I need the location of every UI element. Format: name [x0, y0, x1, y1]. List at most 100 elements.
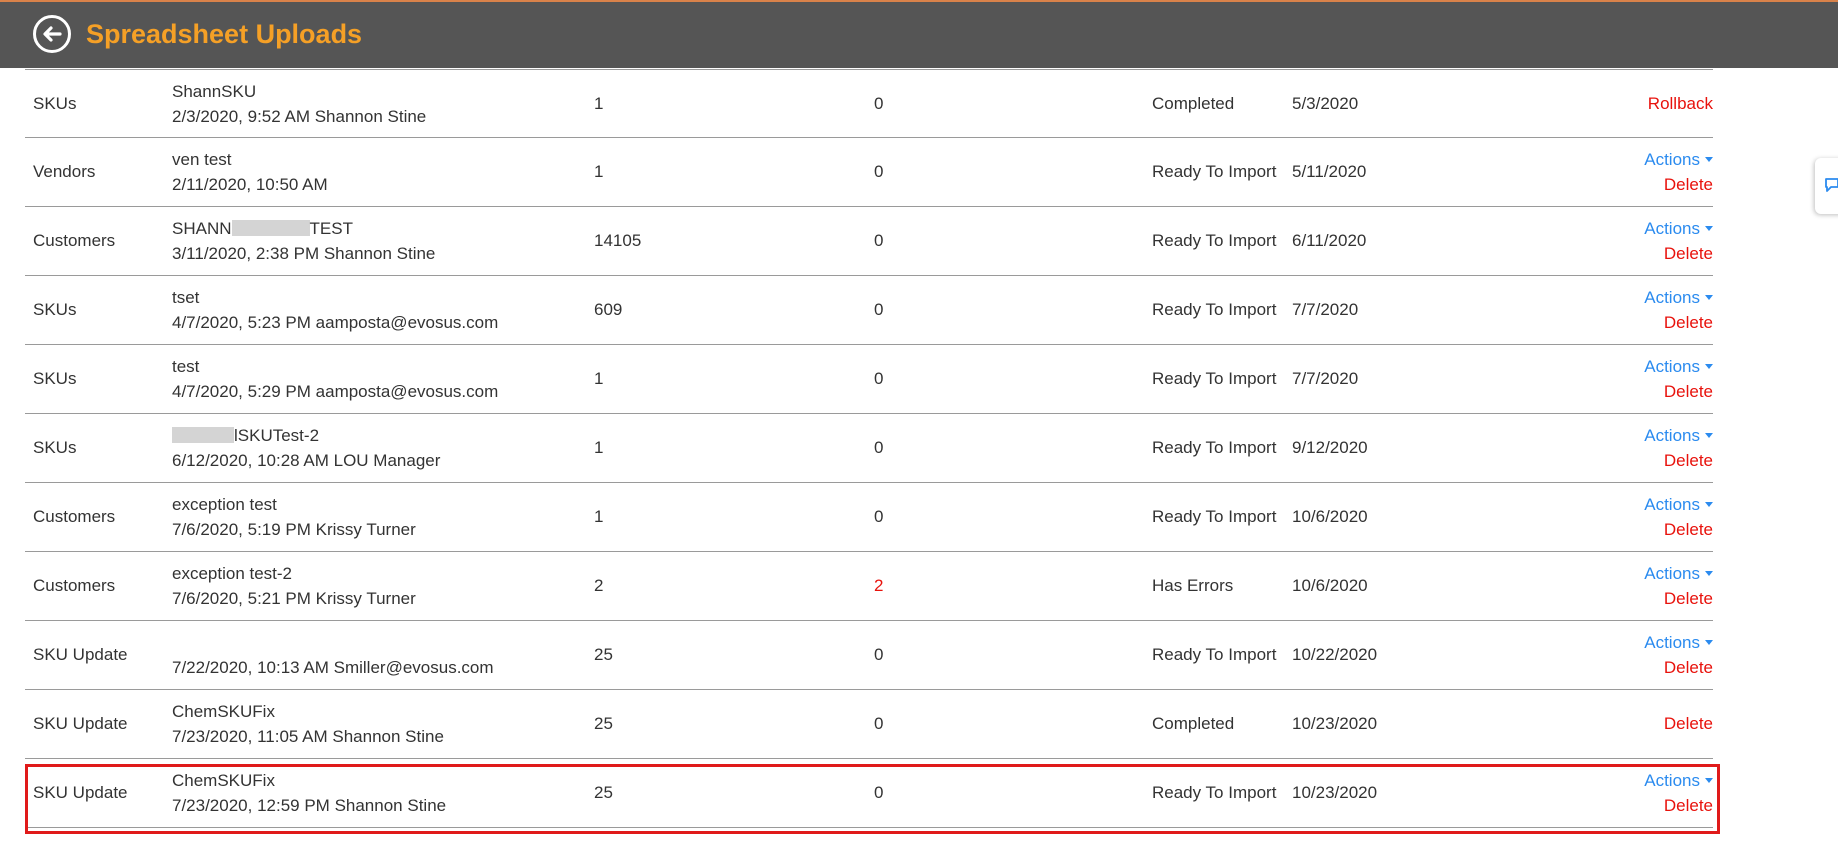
- upload-meta: 7/23/2020, 12:59 PM Shannon Stine: [172, 796, 447, 815]
- error-count: 0: [874, 94, 884, 113]
- record-count: 1: [594, 438, 604, 457]
- upload-type: Customers: [33, 576, 116, 595]
- expiry-date: 10/22/2020: [1292, 645, 1378, 664]
- upload-meta: 7/6/2020, 5:19 PM Krissy Turner: [172, 520, 416, 539]
- upload-name: ChemSKUFix: [172, 702, 275, 721]
- expiry-date: 6/11/2020: [1292, 231, 1367, 250]
- error-count: 2: [874, 576, 884, 595]
- actions-dropdown[interactable]: Actions: [1644, 219, 1713, 239]
- upload-type: SKU Update: [33, 714, 128, 733]
- expiry-date: 9/12/2020: [1292, 438, 1368, 457]
- upload-name-prefix: SHANN: [172, 219, 232, 238]
- expiry-date: 7/7/2020: [1292, 300, 1359, 319]
- error-count: 0: [874, 162, 884, 181]
- upload-type: SKUs: [33, 94, 77, 113]
- table-row: SKUs lSKUTest-2 6/12/2020, 10:28 AM LOU …: [25, 414, 1713, 483]
- actions-label: Actions: [1644, 495, 1700, 514]
- actions-label: Actions: [1644, 150, 1700, 169]
- delete-link[interactable]: Delete: [1664, 589, 1713, 609]
- error-count: 0: [874, 714, 884, 733]
- upload-meta: 2/3/2020, 9:52 AM Shannon Stine: [172, 107, 427, 126]
- delete-link[interactable]: Delete: [1664, 382, 1713, 402]
- upload-type: SKU Update: [33, 645, 128, 664]
- upload-name: lSKUTest-2: [172, 426, 319, 446]
- expiry-date: 10/6/2020: [1292, 507, 1368, 526]
- expiry-date: 5/3/2020: [1292, 94, 1359, 113]
- actions-label: Actions: [1644, 564, 1700, 583]
- app-header: Spreadsheet Uploads: [0, 0, 1838, 68]
- table-row: SKUs test 4/7/2020, 5:29 PM aamposta@evo…: [25, 345, 1713, 414]
- error-count: 0: [874, 300, 884, 319]
- actions-dropdown[interactable]: Actions: [1644, 288, 1713, 308]
- delete-link[interactable]: Delete: [1664, 714, 1713, 734]
- status-text: Completed: [1152, 94, 1235, 113]
- error-count: 0: [874, 645, 884, 664]
- actions-label: Actions: [1644, 771, 1700, 790]
- status-text: Ready To Import: [1152, 645, 1277, 664]
- actions-label: Actions: [1644, 219, 1700, 238]
- status-text: Has Errors: [1152, 576, 1234, 595]
- status-text: Ready To Import: [1152, 231, 1277, 250]
- table-row: SKU Update ChemSKUFix 7/23/2020, 12:59 P…: [25, 759, 1713, 828]
- expiry-date: 5/11/2020: [1292, 162, 1367, 181]
- caret-down-icon: [1705, 226, 1713, 231]
- upload-name: exception test-2: [172, 564, 293, 583]
- delete-link[interactable]: Delete: [1664, 175, 1713, 195]
- record-count: 14105: [594, 231, 642, 250]
- status-text: Ready To Import: [1152, 300, 1277, 319]
- upload-name: ChemSKUFix: [172, 771, 275, 790]
- caret-down-icon: [1705, 157, 1713, 162]
- upload-meta: 2/11/2020, 10:50 AM: [172, 175, 328, 194]
- upload-type: Customers: [33, 507, 116, 526]
- caret-down-icon: [1705, 364, 1713, 369]
- error-count: 0: [874, 231, 884, 250]
- delete-link[interactable]: Delete: [1664, 451, 1713, 471]
- upload-type: SKU Update: [33, 783, 128, 802]
- error-count: 0: [874, 369, 884, 388]
- chat-bubble-icon: [1825, 178, 1838, 192]
- actions-dropdown[interactable]: Actions: [1644, 633, 1713, 653]
- redacted-text: [172, 427, 234, 443]
- upload-meta: 3/11/2020, 2:38 PM Shannon Stine: [172, 244, 436, 263]
- error-count: 0: [874, 783, 884, 802]
- actions-dropdown[interactable]: Actions: [1644, 564, 1713, 584]
- table-row: Customers exception test 7/6/2020, 5:19 …: [25, 483, 1713, 552]
- record-count: 25: [594, 645, 613, 664]
- feedback-tab[interactable]: [1815, 158, 1838, 214]
- page-title: Spreadsheet Uploads: [86, 19, 363, 49]
- back-button[interactable]: [33, 15, 71, 53]
- caret-down-icon: [1705, 640, 1713, 645]
- actions-dropdown[interactable]: Actions: [1644, 150, 1713, 170]
- error-count: 0: [874, 438, 884, 457]
- expiry-date: 10/23/2020: [1292, 783, 1378, 802]
- record-count: 2: [594, 576, 604, 595]
- upload-name: test: [172, 357, 200, 376]
- actions-dropdown[interactable]: Actions: [1644, 495, 1713, 515]
- caret-down-icon: [1705, 778, 1713, 783]
- record-count: 1: [594, 369, 604, 388]
- upload-type: Vendors: [33, 162, 96, 181]
- delete-link[interactable]: Delete: [1664, 313, 1713, 333]
- status-text: Ready To Import: [1152, 783, 1277, 802]
- caret-down-icon: [1705, 433, 1713, 438]
- actions-dropdown[interactable]: Actions: [1644, 357, 1713, 377]
- uploads-table: SKUs ShannSKU 2/3/2020, 9:52 AM Shannon …: [25, 69, 1713, 828]
- delete-link[interactable]: Delete: [1664, 244, 1713, 264]
- record-count: 1: [594, 162, 604, 181]
- table-row: SKUs ShannSKU 2/3/2020, 9:52 AM Shannon …: [25, 69, 1713, 138]
- delete-link[interactable]: Delete: [1664, 658, 1713, 678]
- actions-dropdown[interactable]: Actions: [1644, 426, 1713, 446]
- caret-down-icon: [1705, 571, 1713, 576]
- delete-link[interactable]: Delete: [1664, 520, 1713, 540]
- actions-dropdown[interactable]: Actions: [1644, 771, 1713, 791]
- upload-name: tset: [172, 288, 200, 307]
- delete-link[interactable]: Delete: [1664, 796, 1713, 816]
- status-text: Ready To Import: [1152, 438, 1277, 457]
- upload-meta: 7/22/2020, 10:13 AM Smiller@evosus.com: [172, 658, 494, 677]
- rollback-link[interactable]: Rollback: [1648, 94, 1713, 114]
- table-row: SKUs tset 4/7/2020, 5:23 PM aamposta@evo…: [25, 276, 1713, 345]
- table-row: SKU Update ChemSKUFix 7/23/2020, 11:05 A…: [25, 690, 1713, 759]
- upload-meta: 4/7/2020, 5:29 PM aamposta@evosus.com: [172, 382, 499, 401]
- status-text: Completed: [1152, 714, 1235, 733]
- upload-type: SKUs: [33, 369, 77, 388]
